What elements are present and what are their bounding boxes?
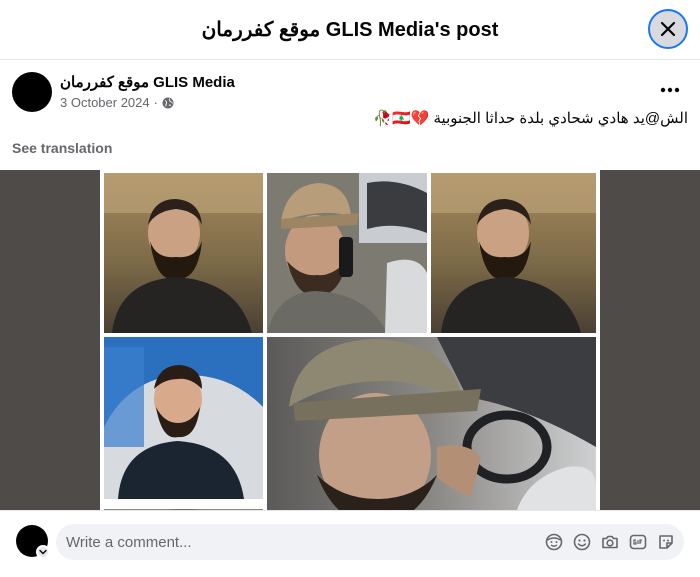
camera-icon xyxy=(602,535,618,549)
collage-photo-2 xyxy=(267,173,427,333)
author-avatar[interactable] xyxy=(12,72,52,112)
comment-tools xyxy=(544,532,676,552)
dialog-title: موقع كفررمان GLIS Media's post xyxy=(201,19,499,41)
avatar-sticker-button[interactable] xyxy=(544,532,564,552)
camera-button[interactable] xyxy=(600,532,620,552)
gif-icon xyxy=(629,534,647,550)
comment-box[interactable] xyxy=(56,524,684,560)
post-date[interactable]: 3 October 2024 xyxy=(60,95,150,110)
see-translation-link[interactable]: See translation xyxy=(12,140,112,156)
photo-collage[interactable] xyxy=(100,170,600,510)
more-options-icon xyxy=(660,87,680,93)
collage-photo-6 xyxy=(104,503,263,510)
close-icon xyxy=(660,21,676,37)
more-options-button[interactable] xyxy=(652,76,688,104)
collage-photo-5 xyxy=(267,337,596,510)
globe-icon xyxy=(162,97,174,108)
collage-photo-3 xyxy=(431,173,596,333)
meta-separator: · xyxy=(153,95,158,110)
post-header: موقع كفررمان GLIS Media 3 October 2024 · xyxy=(12,72,235,112)
dialog-header: موقع كفررمان GLIS Media's post xyxy=(0,0,700,60)
chevron-down-icon xyxy=(39,549,47,555)
author-name[interactable]: موقع كفررمان GLIS Media xyxy=(60,74,235,92)
close-button[interactable] xyxy=(648,9,688,49)
post-meta: موقع كفررمان GLIS Media 3 October 2024 · xyxy=(60,74,235,110)
emoji-icon xyxy=(573,533,591,551)
post-media[interactable] xyxy=(0,170,700,510)
post-dialog: موقع كفررمان GLIS Media's post موقع كفرر… xyxy=(0,0,700,577)
post-text: الش@يد هادي شحادي بلدة حداثا الجنوبية 💔🇱… xyxy=(373,110,688,127)
post-date-row: 3 October 2024 · xyxy=(60,95,235,110)
sticker-button[interactable] xyxy=(656,532,676,552)
collage-photo-4 xyxy=(104,337,263,499)
gif-button[interactable] xyxy=(628,532,648,552)
avatar-switch-button[interactable] xyxy=(36,545,50,559)
comment-input[interactable] xyxy=(56,533,516,551)
sticker-icon xyxy=(659,535,673,549)
avatar-sticker-icon xyxy=(545,533,563,551)
emoji-button[interactable] xyxy=(572,532,592,552)
collage-photo-1 xyxy=(104,173,263,333)
comment-composer xyxy=(0,510,700,577)
